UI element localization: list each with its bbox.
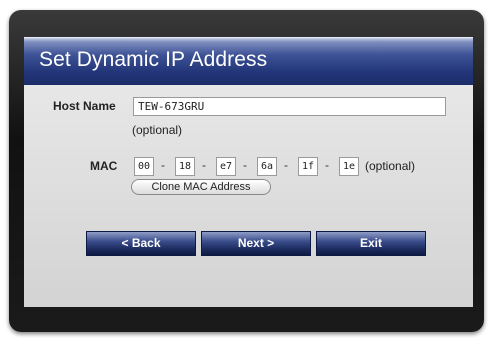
mac-field-1[interactable]: 00 [134, 157, 154, 176]
mac-separator: - [325, 158, 329, 172]
host-name-label: Host Name [53, 99, 116, 113]
page-title: Set Dynamic IP Address [39, 48, 268, 71]
mac-optional-note: (optional) [365, 159, 416, 173]
mac-field-3[interactable]: e7 [216, 157, 236, 176]
mac-field-2[interactable]: 18 [175, 157, 195, 176]
mac-field-6[interactable]: 1e [339, 157, 359, 176]
back-button[interactable]: < Back [86, 231, 196, 256]
mac-field-4[interactable]: 6a [257, 157, 277, 176]
host-name-input[interactable]: TEW-673GRU [133, 97, 446, 116]
mac-separator: - [202, 158, 206, 172]
mac-field-5[interactable]: 1f [298, 157, 318, 176]
mac-separator: - [161, 158, 165, 172]
next-button[interactable]: Next > [201, 231, 311, 256]
mac-separator: - [243, 158, 247, 172]
clone-mac-address-button[interactable]: Clone MAC Address [131, 179, 271, 195]
mac-label: MAC [90, 159, 118, 173]
host-name-optional-note: (optional) [132, 123, 183, 137]
form-panel: Host Name TEW-673GRU (optional) MAC 00 -… [24, 85, 473, 307]
exit-button[interactable]: Exit [316, 231, 426, 256]
dialog-header: Set Dynamic IP Address [24, 37, 473, 86]
mac-separator: - [284, 158, 288, 172]
